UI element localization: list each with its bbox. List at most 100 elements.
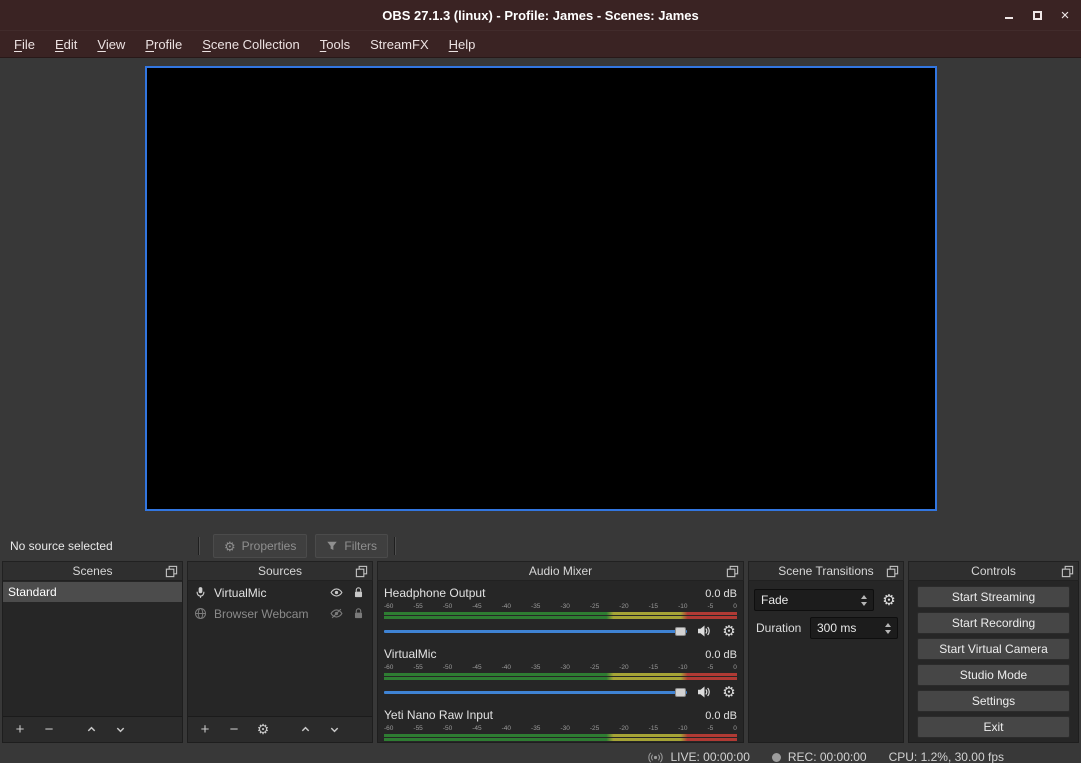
volume-meter	[384, 734, 737, 741]
volume-slider[interactable]	[384, 624, 687, 638]
maximize-icon	[1033, 11, 1042, 20]
audio-mixer-dock: Audio Mixer Headphone Output0.0 dB-60-55…	[377, 561, 744, 743]
mixer-volume-value: 0.0 dB	[705, 588, 737, 600]
meter-scale: -60-55-50-45-40-35-30-25-20-15-10-50	[384, 725, 737, 733]
scale-tick: -50	[443, 725, 452, 733]
scale-tick: -55	[413, 603, 422, 611]
scene-down-button[interactable]	[111, 721, 129, 739]
eye-icon[interactable]	[328, 586, 344, 599]
meter-bar-right	[384, 677, 737, 680]
scale-tick: -50	[443, 664, 452, 672]
scale-tick: -25	[590, 664, 599, 672]
source-down-button[interactable]	[325, 721, 343, 739]
maximize-button[interactable]	[1029, 7, 1045, 23]
settings-button[interactable]: Settings	[917, 690, 1070, 712]
scale-tick: -40	[502, 603, 511, 611]
start-recording-button[interactable]: Start Recording	[917, 612, 1070, 634]
gear-icon: ⚙	[224, 540, 236, 553]
close-button[interactable]: ×	[1057, 7, 1073, 23]
popout-icon[interactable]	[165, 565, 179, 579]
duration-spinbox[interactable]: 300 ms	[810, 617, 898, 639]
window-controls: ×	[1001, 0, 1073, 30]
properties-button[interactable]: ⚙ Properties	[213, 534, 307, 558]
scene-row[interactable]: Standard	[3, 582, 182, 602]
scenes-toolbar: + −	[3, 716, 182, 742]
sources-toolbar: + − ⚙	[188, 716, 372, 742]
minimize-button[interactable]	[1001, 7, 1017, 23]
menu-profile[interactable]: Profile	[135, 32, 192, 57]
menu-tools[interactable]: Tools	[310, 32, 360, 57]
volume-slider[interactable]	[384, 685, 687, 699]
mixer-channel-name: Yeti Nano Raw Input	[384, 708, 493, 722]
source-toolbar: No source selected ⚙ Properties Filters	[0, 531, 1081, 561]
studio-mode-button[interactable]: Studio Mode	[917, 664, 1070, 686]
start-streaming-button[interactable]: Start Streaming	[917, 586, 1070, 608]
minimize-icon	[1005, 17, 1013, 19]
menu-view[interactable]: View	[87, 32, 135, 57]
live-indicator-icon	[648, 750, 663, 763]
filters-button[interactable]: Filters	[315, 534, 388, 558]
eye-slash-icon[interactable]	[328, 607, 344, 620]
lock-icon[interactable]	[350, 607, 366, 620]
scale-tick: -35	[531, 603, 540, 611]
rec-indicator-icon	[772, 753, 781, 762]
scale-tick: -20	[619, 603, 628, 611]
controls-dock-header[interactable]: Controls	[908, 561, 1079, 581]
remove-source-button[interactable]: −	[225, 721, 243, 739]
popout-icon[interactable]	[1061, 565, 1075, 579]
source-settings-button[interactable]: ⚙	[254, 721, 272, 739]
popout-icon[interactable]	[726, 565, 740, 579]
duration-increment-button[interactable]	[885, 623, 891, 627]
duration-decrement-button[interactable]	[885, 630, 891, 634]
scale-tick: -30	[560, 664, 569, 672]
volume-slider-handle[interactable]	[675, 688, 686, 697]
scale-tick: -45	[472, 664, 481, 672]
source-row[interactable]: VirtualMic	[188, 582, 372, 603]
scale-tick: -5	[707, 603, 713, 611]
live-status: LIVE: 00:00:00	[648, 750, 749, 763]
audio-mixer-dock-header[interactable]: Audio Mixer	[377, 561, 744, 581]
menu-help[interactable]: Help	[439, 32, 486, 57]
canvas-area	[0, 66, 1081, 531]
filters-label: Filters	[344, 539, 377, 553]
remove-scene-button[interactable]: −	[40, 721, 58, 739]
statusbar: LIVE: 00:00:00 REC: 00:00:00 CPU: 1.2%, …	[0, 743, 1081, 763]
exit-button[interactable]: Exit	[917, 716, 1070, 738]
scene-up-button[interactable]	[82, 721, 100, 739]
source-status-text: No source selected	[0, 539, 192, 553]
scale-tick: -35	[531, 725, 540, 733]
sources-dock-header[interactable]: Sources	[187, 561, 373, 581]
properties-label: Properties	[242, 539, 297, 553]
transition-value: Fade	[761, 593, 788, 607]
lock-icon[interactable]	[350, 586, 366, 599]
transition-settings-button[interactable]: ⚙	[880, 593, 898, 608]
scale-tick: -60	[384, 603, 393, 611]
speaker-icon[interactable]	[696, 685, 712, 699]
rec-status: REC: 00:00:00	[772, 750, 867, 763]
source-row[interactable]: Browser Webcam	[188, 603, 372, 624]
channel-settings-button[interactable]: ⚙	[721, 624, 737, 639]
popout-icon[interactable]	[355, 565, 369, 579]
menu-streamfx[interactable]: StreamFX	[360, 32, 439, 57]
menu-scene-collection[interactable]: Scene Collection	[192, 32, 310, 57]
transitions-dock-header[interactable]: Scene Transitions	[748, 561, 904, 581]
mixer-volume-value: 0.0 dB	[705, 710, 737, 722]
scale-tick: -5	[707, 725, 713, 733]
channel-settings-button[interactable]: ⚙	[721, 685, 737, 700]
add-source-button[interactable]: +	[196, 721, 214, 739]
menu-edit[interactable]: Edit	[45, 32, 87, 57]
start-virtual-camera-button[interactable]: Start Virtual Camera	[917, 638, 1070, 660]
source-name: VirtualMic	[214, 586, 322, 600]
volume-slider-handle[interactable]	[675, 627, 686, 636]
speaker-icon[interactable]	[696, 624, 712, 638]
scene-transitions-dock: Scene Transitions Fade ⚙ Duration 300 ms	[748, 561, 904, 743]
source-up-button[interactable]	[296, 721, 314, 739]
menubar: FileEditViewProfileScene CollectionTools…	[0, 30, 1081, 58]
meter-bar-right	[384, 616, 737, 619]
add-scene-button[interactable]: +	[11, 721, 29, 739]
transition-select[interactable]: Fade	[754, 589, 874, 611]
menu-file[interactable]: File	[4, 32, 45, 57]
preview-canvas[interactable]	[145, 66, 937, 511]
scenes-dock-header[interactable]: Scenes	[2, 561, 183, 581]
popout-icon[interactable]	[886, 565, 900, 579]
